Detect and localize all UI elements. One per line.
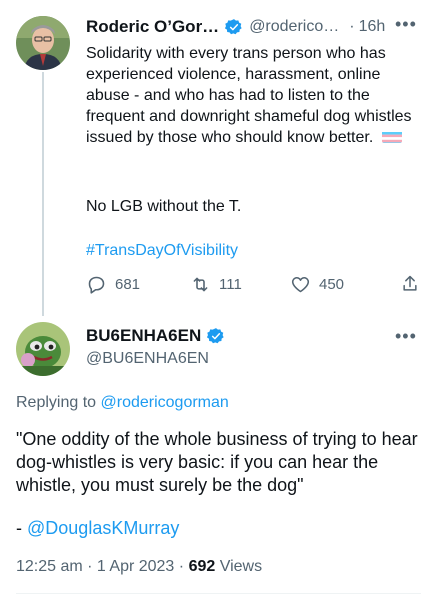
retweet-button[interactable]: 111: [190, 274, 242, 295]
tweet-timestamp[interactable]: 12:25 am · 1 Apr 2023 ·: [16, 558, 184, 575]
parent-tweet-header: Roderic O’Gor… @roderico… · 16h: [86, 14, 426, 40]
views-label: Views: [219, 558, 263, 575]
more-icon[interactable]: •••: [395, 326, 417, 347]
replying-to-link[interactable]: @rodericogorman: [101, 394, 229, 411]
reply-icon: [88, 276, 105, 294]
handle[interactable]: @BU6ENHA6EN: [86, 350, 209, 368]
tweet-metadata: 12:25 am · 1 Apr 2023 · 692 Views: [16, 558, 262, 576]
display-name[interactable]: Roderic O’Gor…: [86, 17, 219, 37]
share-button[interactable]: [400, 274, 420, 294]
parent-tweet-text: Solidarity with every trans person who h…: [86, 43, 416, 148]
avatar-roderic[interactable]: [16, 16, 70, 70]
attribution-line: - @DouglasKMurray: [16, 518, 179, 539]
like-count: 450: [319, 276, 345, 293]
divider: [16, 593, 421, 594]
like-icon: [291, 276, 310, 293]
main-tweet-header: BU6ENHA6EN: [86, 326, 225, 346]
verified-badge-icon: [225, 19, 242, 35]
attribution-prefix: -: [16, 518, 22, 538]
parent-tweet-text-2: No LGB without the T.: [86, 198, 242, 215]
reply-count: 681: [115, 276, 141, 293]
thread-connector-line: [42, 72, 44, 316]
reply-button[interactable]: 681: [86, 274, 140, 295]
like-button[interactable]: 450: [290, 274, 344, 295]
attribution-link[interactable]: @DouglasKMurray: [27, 518, 179, 538]
share-icon: [403, 275, 417, 291]
avatar-bu6enha6en[interactable]: [16, 322, 70, 376]
tweet-time[interactable]: 16h: [359, 18, 386, 36]
verified-badge-icon: [207, 328, 224, 344]
replying-to-prefix: Replying to: [16, 394, 97, 411]
retweet-icon: [193, 277, 208, 292]
more-icon[interactable]: •••: [395, 14, 417, 35]
display-name[interactable]: BU6ENHA6EN: [86, 326, 201, 346]
retweet-count: 111: [219, 276, 242, 293]
main-tweet-quote: "One oddity of the whole business of try…: [16, 429, 418, 495]
parent-tweet-text-body: Solidarity with every trans person who h…: [86, 45, 412, 146]
replying-to-line: Replying to @rodericogorman: [16, 394, 229, 412]
trans-flag-icon: [381, 130, 402, 143]
separator-dot: ·: [349, 18, 355, 35]
parent-tweet-actions: 681 111 450: [86, 274, 420, 298]
views-count: 692: [188, 558, 216, 575]
hashtag-link[interactable]: #TransDayOfVisibility: [86, 240, 238, 261]
handle[interactable]: @roderico…: [249, 18, 339, 36]
